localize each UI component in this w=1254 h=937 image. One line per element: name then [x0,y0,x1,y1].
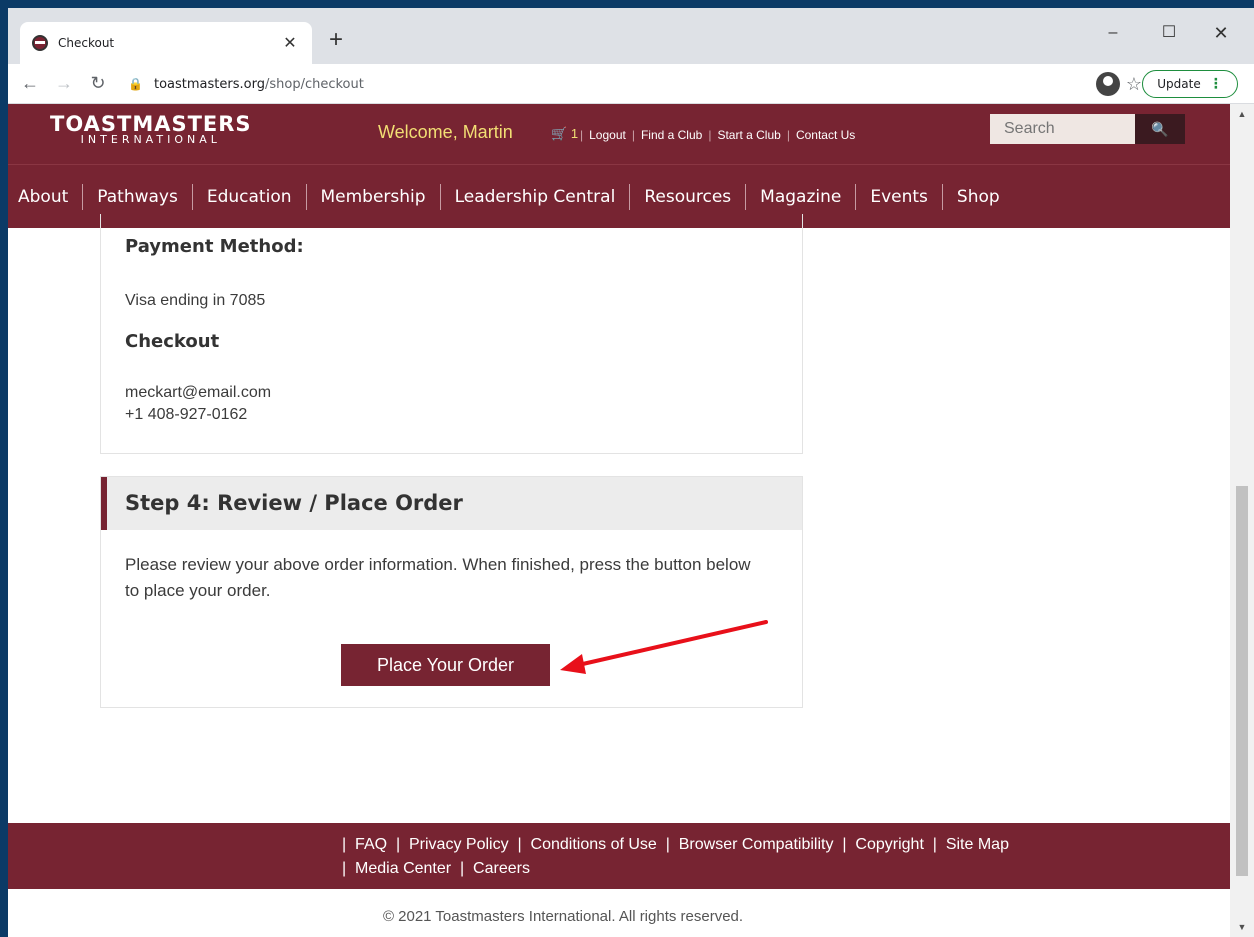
nav-education[interactable]: Education [193,183,307,210]
step4-instructions: Please review your above order informati… [125,555,751,600]
cart-link[interactable]: 🛒 1 [551,126,578,142]
find-a-club-link[interactable]: Find a Club [641,128,702,142]
nav-about[interactable]: About [8,183,84,210]
utility-links: | Logout | Find a Club | Start a Club | … [580,128,855,142]
lock-icon: 🔒 [128,77,143,91]
nav-leadership-central[interactable]: Leadership Central [441,183,631,210]
url-domain: toastmasters.org [154,76,265,92]
scroll-up-icon[interactable]: ▲ [1230,106,1254,122]
update-button[interactable]: Update ⋮ [1142,70,1238,98]
separator: | [631,128,635,142]
contact-email: meckart@email.com [125,384,272,401]
footer-line-2: | Media Center | Careers [342,860,530,877]
scroll-thumb[interactable] [1236,486,1248,876]
forward-arrow-icon[interactable]: → [52,73,76,94]
tab-close-icon[interactable]: ✕ [280,33,300,53]
browser-toolbar: ← → ↻ 🔒 toastmasters.org/shop/checkout ☆… [8,64,1254,104]
tab-checkout[interactable]: Checkout ✕ [20,22,312,64]
update-label: Update [1157,77,1201,91]
payment-method-value: Visa ending in 7085 [125,292,266,309]
copyright-notice: © 2021 Toastmasters International. All r… [382,908,744,925]
footer-link-faq[interactable]: FAQ [355,836,387,853]
page-scrollbar[interactable]: ▲ ▼ [1230,104,1254,937]
nav-membership[interactable]: Membership [307,183,441,210]
address-bar[interactable]: 🔒 toastmasters.org/shop/checkout ☆ [128,68,1146,100]
contact-phone: +1 408-927-0162 [125,406,248,423]
footer-links: | FAQ | Privacy Policy | Conditions of U… [342,833,1162,881]
footer-link-conditions[interactable]: Conditions of Use [531,836,657,853]
tab-strip: Checkout ✕ + – ☐ ✕ [8,8,1254,64]
footer-link-browser-compat[interactable]: Browser Compatibility [679,836,834,853]
footer-link-careers[interactable]: Careers [473,860,530,877]
search-button[interactable]: 🔍 [1135,114,1185,144]
search-icon: 🔍 [1151,121,1169,137]
url-text: toastmasters.org/shop/checkout [154,77,1122,92]
back-arrow-icon[interactable]: ← [18,73,42,94]
separator: | [708,128,712,142]
site-header: TOASTMASTERS INTERNATIONAL Welcome, Mart… [8,104,1230,164]
logo-main-text: TOASTMASTERS [50,112,252,136]
checkout-heading: Checkout [125,331,220,352]
step4-header: Step 4: Review / Place Order [101,477,802,530]
site-search-input[interactable] [990,114,1135,144]
footer-line-1: | FAQ | Privacy Policy | Conditions of U… [342,836,1009,853]
footer-link-site-map[interactable]: Site Map [946,836,1009,853]
tab-title: Checkout [58,36,115,50]
payment-method-heading: Payment Method: [125,236,304,257]
url-path: /shop/checkout [264,76,364,92]
separator: | [786,128,790,142]
place-your-order-button[interactable]: Place Your Order [341,644,550,686]
nav-shop[interactable]: Shop [943,184,1014,210]
footer-link-privacy[interactable]: Privacy Policy [409,836,509,853]
logout-link[interactable]: Logout [589,128,626,142]
toastmasters-logo[interactable]: TOASTMASTERS INTERNATIONAL [50,114,252,146]
nav-pathways[interactable]: Pathways [83,183,193,210]
nav-resources[interactable]: Resources [630,183,747,210]
minimize-button[interactable]: – [1090,18,1136,48]
nav-magazine[interactable]: Magazine [746,183,857,210]
nav-events[interactable]: Events [856,183,943,210]
toastmasters-favicon-icon [32,35,48,51]
profile-avatar-icon[interactable] [1096,72,1120,96]
step4-title: Step 4: Review / Place Order [125,491,463,515]
reload-icon[interactable]: ↻ [86,73,110,94]
scroll-down-icon[interactable]: ▼ [1230,919,1254,935]
start-a-club-link[interactable]: Start a Club [717,128,780,142]
cart-count: 1 [570,126,579,141]
order-summary-card: Payment Method: Visa ending in 7085 Chec… [100,214,803,454]
welcome-message: Welcome, Martin [378,122,513,142]
annotation-arrow-icon [560,620,768,674]
close-window-button[interactable]: ✕ [1198,18,1244,48]
footer-link-copyright[interactable]: Copyright [855,836,923,853]
cart-icon: 🛒 [551,126,568,141]
contact-us-link[interactable]: Contact Us [796,128,855,142]
browser-window: Checkout ✕ + – ☐ ✕ ← → ↻ 🔒 toastmasters.… [8,8,1254,937]
footer-link-media-center[interactable]: Media Center [355,860,451,877]
maximize-button[interactable]: ☐ [1146,18,1192,48]
new-tab-button[interactable]: + [324,26,348,54]
page-viewport: TOASTMASTERS INTERNATIONAL Welcome, Mart… [8,104,1230,937]
separator: | [580,128,584,142]
site-footer: | FAQ | Privacy Policy | Conditions of U… [8,823,1230,889]
more-menu-icon: ⋮ [1208,76,1223,92]
